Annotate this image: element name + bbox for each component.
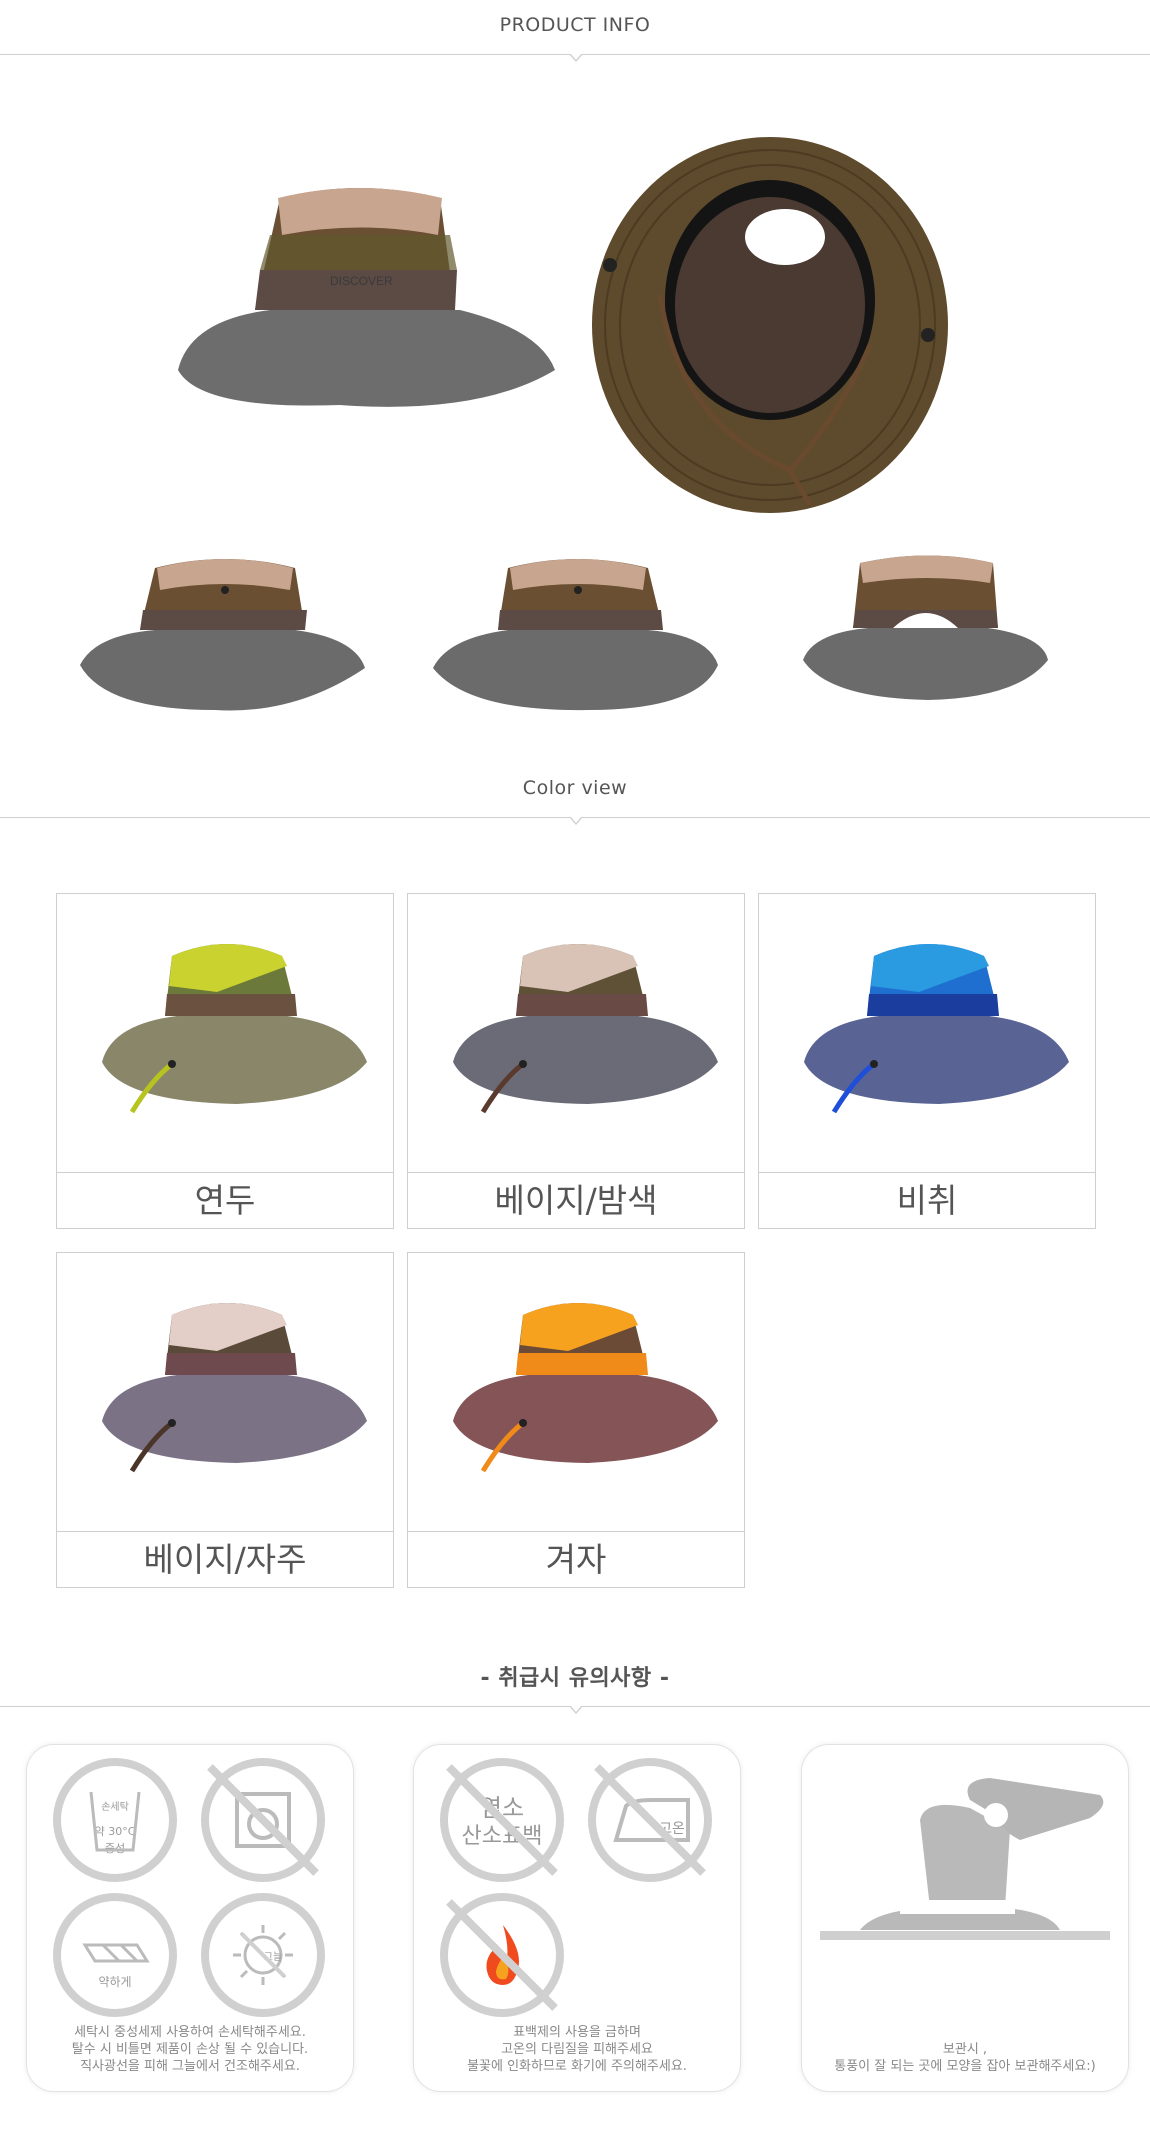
color-card[interactable]: 베이지/밤색 [407,893,745,1229]
color-hat-image [57,1303,393,1532]
no-bleach-icon: 염소 산소표백 [440,1758,564,1882]
color-label: 비취 [896,1181,958,1220]
hat-inside-image [592,137,948,513]
svg-text:DISCOVER: DISCOVER [330,274,393,288]
color-card[interactable]: 베이지/자주 [56,1252,394,1588]
section-title: - 취급시 유의사항 - [480,1666,670,1691]
hat-storage-illustration [820,1778,1110,1940]
color-view-header: Color view [0,777,1150,825]
color-hat-image [57,944,393,1173]
care-text-washing: 세탁시 중성세제 사용하여 손세탁해주세요. 탈수 시 비틀면 제품이 손상 될… [71,2025,309,2074]
color-hat-image [408,1303,744,1532]
care-panel-bleach-iron: 염소 산소표백 고온 표백제의 사용을 금하며 고온의 다림질을 피해주세요 불… [413,1744,741,2092]
color-label: 겨자 [545,1540,607,1579]
section-title: Color view [522,777,628,799]
color-label: 베이지/밤색 [494,1181,658,1220]
hat-back-image [803,555,1048,700]
hat-side-right-image [433,559,718,711]
no-high-heat-iron-icon: 고온 [588,1758,712,1882]
divider-notch [569,816,583,825]
care-header: - 취급시 유의사항 - [0,1660,1150,1714]
divider-notch [569,53,583,62]
care-text-storage: 보관시 , 통풍이 잘 되는 곳에 모양을 잡아 보관해주세요:) [834,2042,1096,2074]
color-label: 베이지/자주 [143,1540,307,1579]
care-panel-washing: 손세탁 약 30°C 중성 약하게 그늘 세탁시 중성세제 사용하여 손세탁해주… [26,1744,354,2092]
no-fire-icon [440,1893,564,2017]
care-text-bleach-iron: 표백제의 사용을 금하며 고온의 다림질을 피해주세요 불꽃에 인화하므로 화기… [467,2025,687,2074]
color-card[interactable]: 연두 [56,893,394,1229]
gentle-wring-icon: 약하게 [53,1893,177,2017]
product-info-header: PRODUCT INFO [0,14,1150,62]
shade-dry-icon: 그늘 [201,1893,325,2017]
color-label: 연두 [194,1181,256,1220]
hat-front-image: DISCOVER [178,188,555,407]
care-panel-storage: 보관시 , 통풍이 잘 되는 곳에 모양을 잡아 보관해주세요:) [801,1744,1129,2092]
wring-icon-label: 약하게 [98,1975,132,1989]
section-title: PRODUCT INFO [499,14,651,36]
hat-side-left-image [80,559,365,711]
color-hat-image [759,944,1095,1173]
color-card[interactable]: 비취 [758,893,1096,1229]
shade-icon-label: 그늘 [263,1952,283,1963]
hand-wash-icon: 손세탁 약 30°C 중성 [53,1758,177,1882]
no-machine-wash-icon [201,1758,325,1882]
divider-notch [569,1705,583,1714]
color-card[interactable]: 겨자 [407,1252,745,1588]
color-hat-image [408,944,744,1173]
